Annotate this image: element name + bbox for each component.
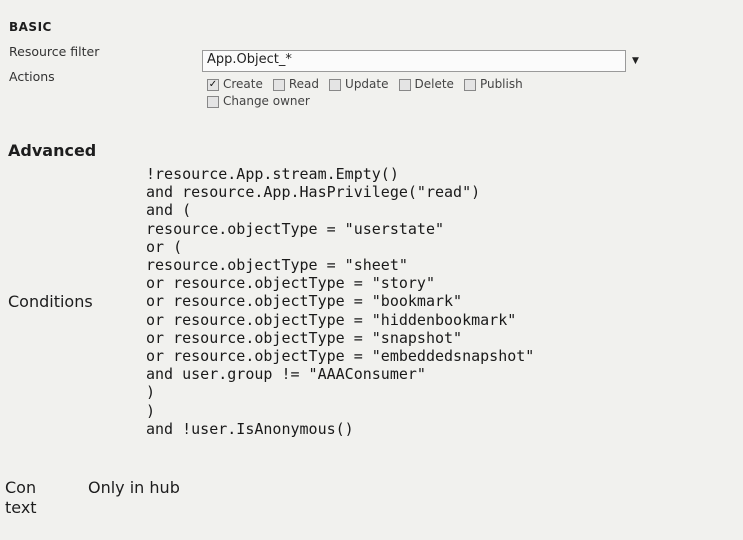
condition-line: or resource.objectType = "embeddedsnapsh… xyxy=(146,347,535,366)
read-label: Read xyxy=(288,77,320,91)
read-checkbox[interactable]: Read xyxy=(272,76,320,93)
condition-line: and ( xyxy=(146,201,192,220)
checkmark-icon: ✓ xyxy=(207,78,219,91)
chevron-down-icon[interactable]: ▼ xyxy=(632,56,639,66)
delete-checkbox[interactable]: Delete xyxy=(398,76,454,93)
context-value[interactable]: Only in hub xyxy=(88,478,180,497)
publish-checkbox[interactable]: Publish xyxy=(463,76,523,93)
condition-line: resource.objectType = "userstate" xyxy=(146,219,445,238)
condition-line: or resource.objectType = "bookmark" xyxy=(146,292,463,311)
resource-filter-input[interactable]: App.Object_* xyxy=(202,50,626,72)
actions-label: Actions xyxy=(9,69,55,84)
actions-checkbox-group: ✓ Create Read Update Delete Publish Chan… xyxy=(207,76,523,110)
update-checkbox[interactable]: Update xyxy=(329,76,389,93)
checkbox-empty-icon xyxy=(329,78,342,91)
checkbox-empty-icon xyxy=(398,78,411,91)
checkbox-empty-icon xyxy=(207,95,219,108)
checkbox-empty-icon xyxy=(272,78,285,91)
condition-line: and user.group != "AAAConsumer" xyxy=(146,365,426,384)
condition-line: and resource.App.HasPrivilege("read") xyxy=(146,183,481,202)
context-label-line2: text xyxy=(5,498,37,517)
change-owner-label: Change owner xyxy=(223,94,310,108)
condition-line: or resource.objectType = "snapshot" xyxy=(146,328,463,347)
condition-line: or resource.objectType = "hiddenbookmark… xyxy=(146,310,517,329)
condition-line: or resource.objectType = "story" xyxy=(146,274,435,293)
context-label: Con text xyxy=(5,478,37,518)
condition-line: ) xyxy=(146,401,156,420)
checkbox-empty-icon xyxy=(463,78,476,91)
conditions-label: Conditions xyxy=(8,292,93,311)
condition-line: or ( xyxy=(146,237,183,256)
update-label: Update xyxy=(345,77,389,91)
condition-line: ) xyxy=(146,383,156,402)
condition-line: resource.objectType = "sheet" xyxy=(146,256,408,275)
create-checkbox[interactable]: ✓ Create xyxy=(207,76,263,93)
change-owner-checkbox[interactable]: Change owner xyxy=(207,93,310,110)
publish-label: Publish xyxy=(479,77,523,91)
basic-section-heading: BASIC xyxy=(9,20,52,34)
advanced-section-heading: Advanced xyxy=(8,141,97,160)
context-label-line1: Con xyxy=(5,478,37,497)
create-label: Create xyxy=(223,77,263,91)
condition-line: and !user.IsAnonymous() xyxy=(146,419,354,438)
resource-filter-label: Resource filter xyxy=(9,44,100,59)
conditions-text[interactable]: !resource.App.stream.Empty() and resource… xyxy=(146,165,534,438)
delete-label: Delete xyxy=(414,77,454,91)
condition-line: !resource.App.stream.Empty() xyxy=(146,165,399,183)
